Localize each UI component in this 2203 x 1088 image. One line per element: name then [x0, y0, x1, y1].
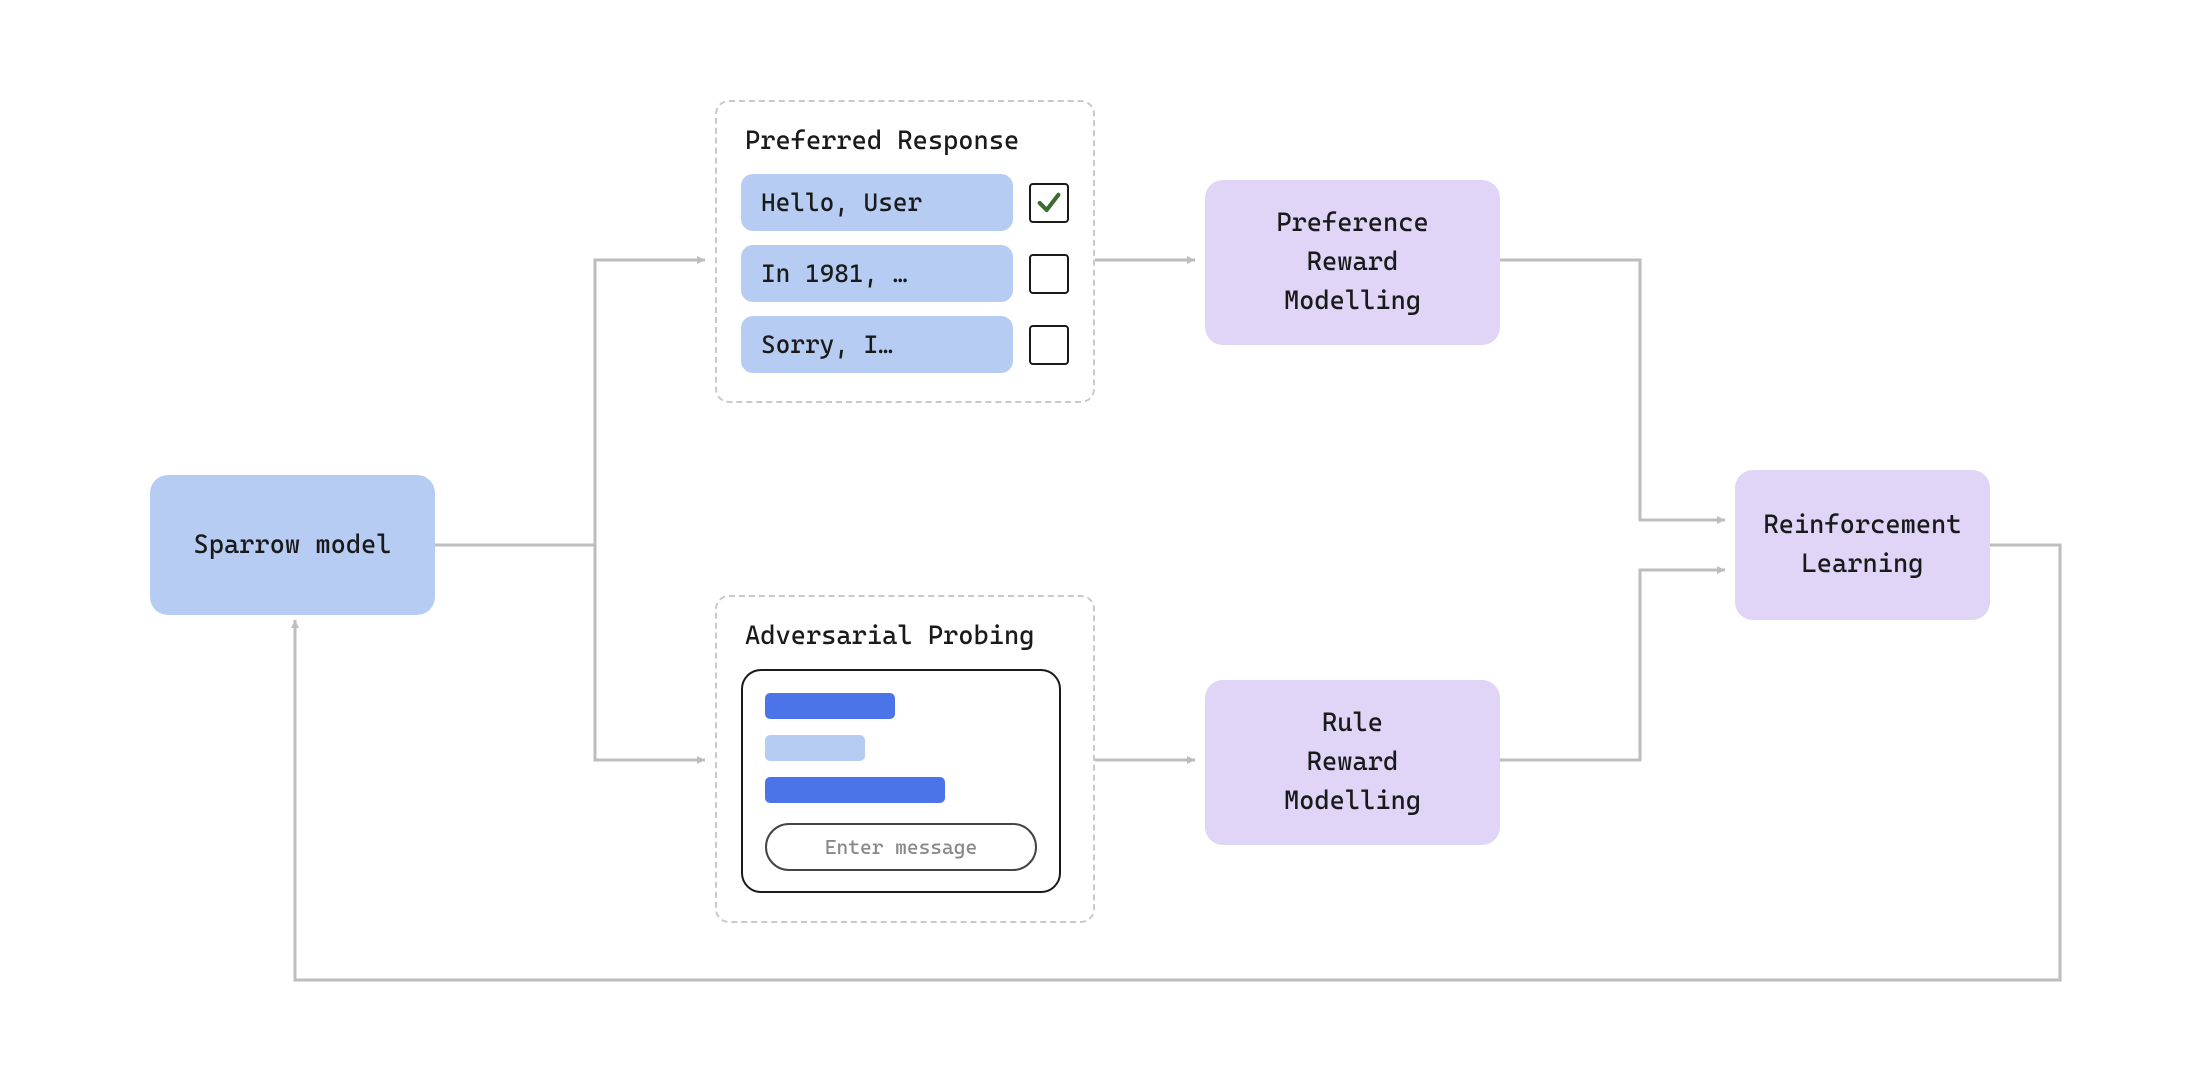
- chat-mock-card: Enter message: [741, 669, 1061, 893]
- chat-message-bar: [765, 693, 895, 719]
- rule-reward-label: Rule Reward Modelling: [1284, 704, 1421, 821]
- response-row: Sorry, I…: [741, 316, 1069, 373]
- chat-message-bar: [765, 735, 865, 761]
- reinforcement-learning-node: Reinforcement Learning: [1735, 470, 1990, 620]
- sparrow-model-node: Sparrow model: [150, 475, 435, 615]
- response-checkbox-checked[interactable]: [1029, 183, 1069, 223]
- preference-reward-label: Preference Reward Modelling: [1276, 204, 1428, 321]
- adversarial-probing-panel: Adversarial Probing Enter message: [715, 595, 1095, 923]
- preferred-response-title: Preferred Response: [745, 126, 1069, 156]
- response-row: In 1981, …: [741, 245, 1069, 302]
- response-option-label: In 1981, …: [741, 245, 1013, 302]
- reinforcement-learning-label: Reinforcement Learning: [1763, 506, 1961, 584]
- checkmark-icon: [1035, 189, 1063, 217]
- sparrow-model-label: Sparrow model: [193, 526, 391, 565]
- preference-reward-node: Preference Reward Modelling: [1205, 180, 1500, 345]
- response-checkbox-empty[interactable]: [1029, 254, 1069, 294]
- rule-reward-node: Rule Reward Modelling: [1205, 680, 1500, 845]
- response-option-label: Hello, User: [741, 174, 1013, 231]
- chat-message-bar: [765, 777, 945, 803]
- response-checkbox-empty[interactable]: [1029, 325, 1069, 365]
- response-row: Hello, User: [741, 174, 1069, 231]
- response-option-label: Sorry, I…: [741, 316, 1013, 373]
- chat-input-placeholder[interactable]: Enter message: [765, 823, 1037, 871]
- preferred-response-panel: Preferred Response Hello, User In 1981, …: [715, 100, 1095, 403]
- adversarial-probing-title: Adversarial Probing: [745, 621, 1069, 651]
